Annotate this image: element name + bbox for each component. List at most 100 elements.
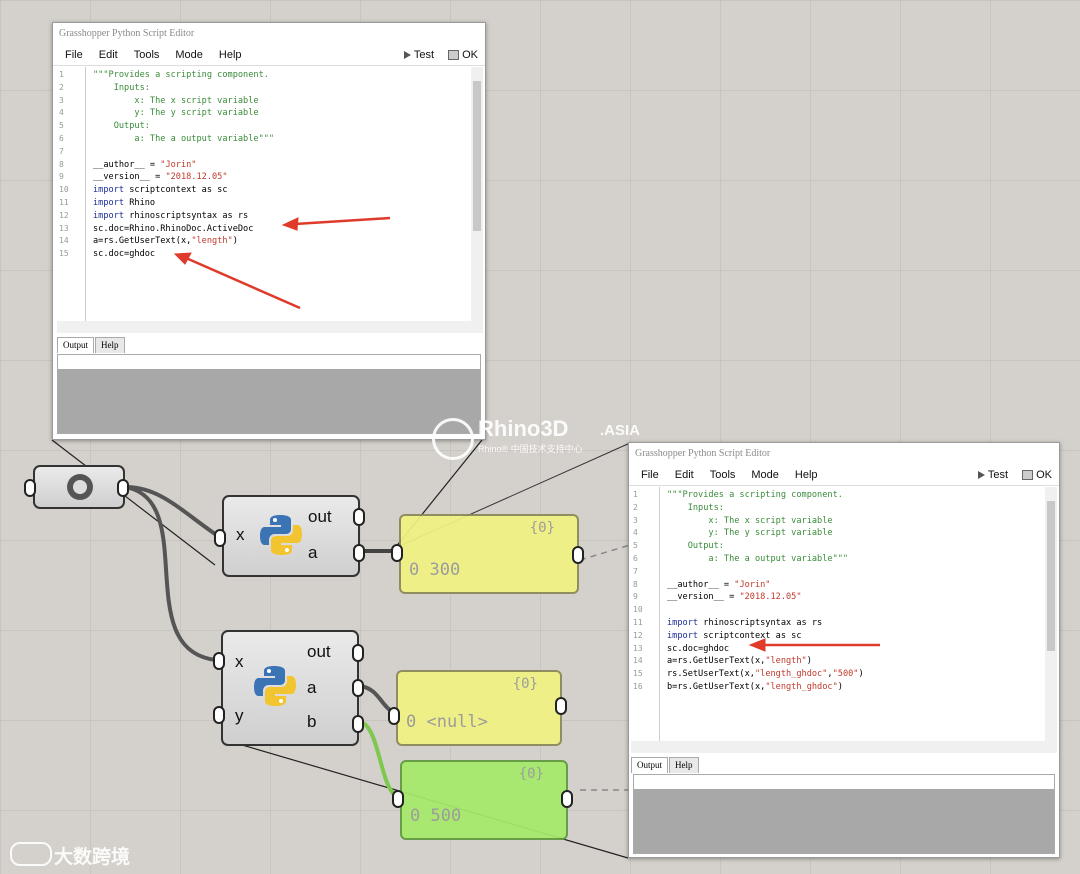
- code-line: 13 sc.doc=Rhino.RhinoDoc.ActiveDoc: [57, 223, 483, 236]
- tab-help[interactable]: Help: [95, 337, 125, 353]
- tab-output[interactable]: Output: [631, 757, 669, 773]
- code-line: 3 x: The x script variable: [631, 515, 1057, 528]
- code-line: 11 import Rhino: [57, 197, 483, 210]
- panel-output-b[interactable]: {0} 0 500: [400, 760, 568, 840]
- code-text: Inputs:: [667, 502, 724, 513]
- code-text: """Provides a scripting component.: [93, 70, 269, 80]
- brand-logo-icon: [10, 842, 52, 866]
- menu-help[interactable]: Help: [787, 469, 826, 481]
- code-line: 13 sc.doc=ghdoc: [631, 643, 1057, 656]
- menu-mode[interactable]: Mode: [743, 469, 787, 481]
- input-y-grip[interactable]: [213, 706, 225, 724]
- output-panel: [633, 774, 1055, 854]
- panel-output-grip[interactable]: [555, 697, 567, 715]
- geometry-param-component[interactable]: [33, 465, 125, 509]
- panel-output-a[interactable]: {0} 0 300: [399, 514, 579, 594]
- menu-tools[interactable]: Tools: [126, 49, 168, 61]
- code-text: x: The x script variable: [667, 515, 833, 526]
- menu-tools[interactable]: Tools: [702, 469, 744, 481]
- output-grip[interactable]: [117, 479, 129, 497]
- code-text: sc.doc=ghdoc: [667, 643, 730, 654]
- ok-button[interactable]: OK: [1015, 469, 1059, 481]
- panel-value: 0 300: [409, 560, 461, 580]
- menu-file[interactable]: File: [633, 469, 667, 481]
- rhino-watermark-text: Rhino3D: [478, 416, 569, 441]
- panel-input-grip[interactable]: [388, 707, 400, 725]
- code-editor[interactable]: 1 """Provides a scripting component. 2 Inp…: [57, 67, 483, 333]
- line-number: 9: [59, 172, 64, 182]
- code-text: __version__ = "2018.12.05": [667, 592, 802, 603]
- tab-help[interactable]: Help: [669, 757, 699, 773]
- code-line: 1 """Provides a scripting component.: [631, 489, 1057, 502]
- code-text: a: The a output variable""": [667, 554, 849, 564]
- menu-help[interactable]: Help: [211, 49, 250, 61]
- menu-mode[interactable]: Mode: [167, 49, 211, 61]
- code-line: 14 a=rs.GetUserText(x,"length"): [631, 655, 1057, 668]
- code-line: 1 """Provides a scripting component.: [57, 69, 483, 82]
- output-a-grip[interactable]: [353, 544, 365, 562]
- code-text: __author__ = "Jorin": [93, 159, 197, 170]
- code-editor[interactable]: 1 """Provides a scripting component. 2 Inp…: [631, 487, 1057, 753]
- input-x-grip[interactable]: [214, 529, 226, 547]
- line-number: 6: [633, 554, 638, 563]
- menu-edit[interactable]: Edit: [667, 469, 702, 481]
- code-line: 12 import scriptcontext as sc: [631, 630, 1057, 643]
- code-line: 5 Output:: [631, 540, 1057, 553]
- corner-watermark-text: 大数跨境: [54, 847, 131, 868]
- output-out-label: out: [307, 642, 331, 661]
- menu-edit[interactable]: Edit: [91, 49, 126, 61]
- output-b-grip[interactable]: [352, 715, 364, 733]
- panel-output-grip[interactable]: [572, 546, 584, 564]
- code-text: __author__ = "Jorin": [667, 579, 771, 590]
- output-a-label: a: [307, 678, 317, 697]
- output-out-grip[interactable]: [353, 508, 365, 526]
- line-number: 6: [59, 134, 64, 143]
- code-text: x: The x script variable: [93, 95, 259, 106]
- code-text: a=rs.GetUserText(x,"length"): [667, 656, 812, 667]
- panel-output-a-2[interactable]: {0} 0 <null>: [396, 670, 562, 746]
- output-a-grip[interactable]: [352, 679, 364, 697]
- code-text: import rhinoscriptsyntax as rs: [667, 618, 823, 628]
- python-component-2[interactable]: x y out a b: [221, 630, 359, 746]
- code-text: """Provides a scripting component.: [667, 490, 843, 500]
- input-grip[interactable]: [24, 479, 36, 497]
- code-line: 16 b=rs.GetUserText(x,"length_ghdoc"): [631, 681, 1057, 694]
- python-component-1[interactable]: x out a: [222, 495, 360, 577]
- panel-path: {0}: [518, 766, 544, 782]
- code-line: 15 rs.SetUserText(x,"length_ghdoc","500"): [631, 668, 1057, 681]
- output-out-label: out: [308, 507, 332, 526]
- test-button[interactable]: Test: [397, 49, 441, 61]
- line-number: 13: [633, 643, 643, 653]
- menubar: File Edit Tools Mode Help Test OK: [629, 465, 1059, 486]
- code-line: 10 import scriptcontext as sc: [57, 184, 483, 197]
- output-out-grip[interactable]: [352, 644, 364, 662]
- menu-file[interactable]: File: [57, 49, 91, 61]
- code-text: import rhinoscriptsyntax as rs: [93, 210, 249, 221]
- tab-output[interactable]: Output: [57, 337, 95, 353]
- panel-output-grip[interactable]: [561, 790, 573, 808]
- python-editor-window-top[interactable]: Grasshopper Python Script Editor File Ed…: [52, 22, 486, 440]
- panel-input-grip[interactable]: [392, 790, 404, 808]
- horizontal-scrollbar[interactable]: [631, 741, 1057, 753]
- test-button[interactable]: Test: [971, 469, 1015, 481]
- code-text: __version__ = "2018.12.05": [93, 172, 228, 183]
- code-text: Output:: [667, 541, 724, 552]
- horizontal-scrollbar[interactable]: [57, 321, 483, 333]
- line-number: 12: [59, 210, 69, 220]
- line-number: 13: [59, 223, 69, 233]
- play-icon: [977, 471, 985, 479]
- line-number: 10: [633, 605, 643, 615]
- input-x-grip[interactable]: [213, 652, 225, 670]
- line-number: 15: [59, 249, 69, 259]
- panel-value: 0 <null>: [406, 712, 488, 732]
- python-editor-window-bottom[interactable]: Grasshopper Python Script Editor File Ed…: [628, 442, 1060, 858]
- panel-input-grip[interactable]: [391, 544, 403, 562]
- ok-button[interactable]: OK: [441, 49, 485, 61]
- code-line: 14 a=rs.GetUserText(x,"length"): [57, 235, 483, 248]
- output-a-label: a: [308, 543, 318, 562]
- code-line: 6 a: The a output variable""": [57, 133, 483, 146]
- code-text: import Rhino: [93, 198, 156, 208]
- code-text: import scriptcontext as sc: [93, 185, 228, 196]
- code-text: y: The y script variable: [93, 108, 259, 119]
- rhino-logo-icon: [432, 418, 474, 460]
